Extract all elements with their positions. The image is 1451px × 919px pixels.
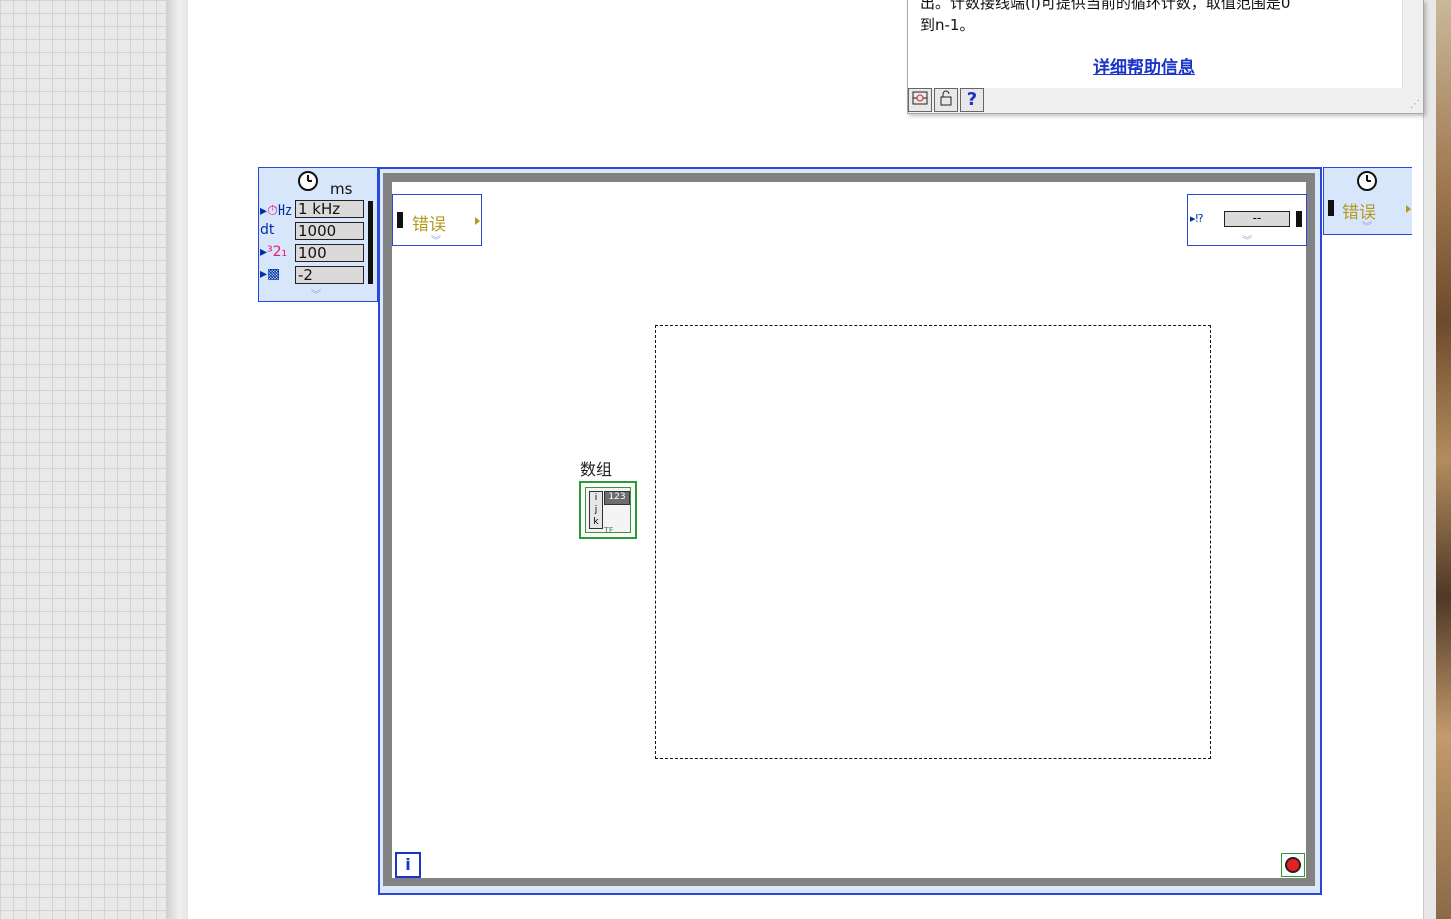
source-clock-icon: ▸⏱㎐ (260, 203, 292, 219)
priority-row[interactable]: ▸³2₁ 100 (260, 243, 372, 263)
priority-icon: ▸³2₁ (260, 244, 288, 260)
left-data-node[interactable]: 错误 ︾ (392, 194, 482, 247)
node-bar (368, 201, 373, 284)
array-label: 数组 (580, 460, 613, 479)
right-data-node[interactable]: ▸⁉ -- ︾ (1187, 194, 1307, 247)
lock-icon[interactable] (934, 88, 958, 112)
array-constant[interactable]: i j k 123 TF (579, 481, 637, 539)
help-toolbar: ? (908, 88, 986, 112)
stop-icon (1285, 857, 1301, 873)
desktop-background (1436, 0, 1451, 919)
expand-chevron-icon[interactable]: ︾ (431, 232, 441, 247)
expand-chevron-icon[interactable]: ︾ (1242, 232, 1252, 247)
terminal-block (1328, 200, 1334, 216)
expand-chevron-icon[interactable]: ︾ (1362, 218, 1372, 233)
processor-icon: ▸▩ (260, 266, 281, 282)
terminal-block (397, 212, 403, 228)
timed-loop-input-node[interactable]: ms ▸⏱㎐ 1 kHz dt 1000 ▸³2₁ 100 ▸▩ -2 ︾ (258, 167, 378, 302)
boolean-icon: TF (604, 526, 614, 535)
processor-row[interactable]: ▸▩ -2 (260, 265, 372, 285)
dt-field[interactable]: 1000 (295, 222, 364, 240)
processor-field[interactable]: -2 (295, 266, 364, 284)
unit-label: ms (330, 180, 353, 198)
timed-loop-output-node[interactable]: 错误 ︾ (1323, 167, 1412, 235)
vertical-scrollbar[interactable] (1423, 0, 1437, 919)
index-i: i (594, 493, 598, 503)
expand-chevron-icon[interactable]: ︾ (311, 286, 321, 301)
terminal-block (1296, 211, 1302, 227)
array-element: i j k 123 TF (585, 487, 631, 535)
clock-icon (297, 170, 319, 197)
stop-condition-terminal[interactable] (1281, 853, 1305, 877)
help-scrollbar[interactable] (1402, 0, 1423, 88)
selection-rectangle (655, 325, 1211, 759)
source-field[interactable]: 1 kHz (295, 200, 364, 218)
wire-arrow-icon (1406, 205, 1411, 213)
block-diagram-icon[interactable] (908, 88, 932, 112)
error-cluster-icon: ▸⁉ (1190, 212, 1204, 225)
right-node-field[interactable]: -- (1224, 211, 1290, 227)
dt-label: dt (260, 222, 275, 238)
detailed-help-link[interactable]: 详细帮助信息 (1093, 53, 1195, 78)
iteration-terminal[interactable]: i (395, 852, 421, 878)
index-k: k (593, 517, 599, 527)
resize-grip-icon[interactable]: ⋰ (1410, 99, 1420, 110)
index-j: j (594, 505, 598, 515)
help-icon[interactable]: ? (960, 88, 984, 112)
dt-row[interactable]: dt 1000 (260, 221, 372, 241)
priority-field[interactable]: 100 (295, 244, 364, 262)
wire-arrow-icon (475, 217, 480, 225)
help-description-line1: 出。计数接线端(i)可提供当前的循环计数，取值范围是0 (920, 0, 1291, 12)
window-edge (166, 0, 188, 919)
numeric-icon: 123 (604, 491, 630, 505)
clock-icon (1356, 170, 1378, 196)
array-index-icon: i j k (589, 491, 603, 529)
help-content: 出。计数接线端(i)可提供当前的循环计数，取值范围是0 到n-1。 详细帮助信息 (908, 0, 1402, 88)
source-row[interactable]: ▸⏱㎐ 1 kHz (260, 199, 372, 219)
context-help-window: 出。计数接线端(i)可提供当前的循环计数，取值范围是0 到n-1。 详细帮助信息… (907, 0, 1424, 114)
help-description-line2: 到n-1。 (920, 16, 975, 34)
palette-grid-background (0, 0, 166, 919)
